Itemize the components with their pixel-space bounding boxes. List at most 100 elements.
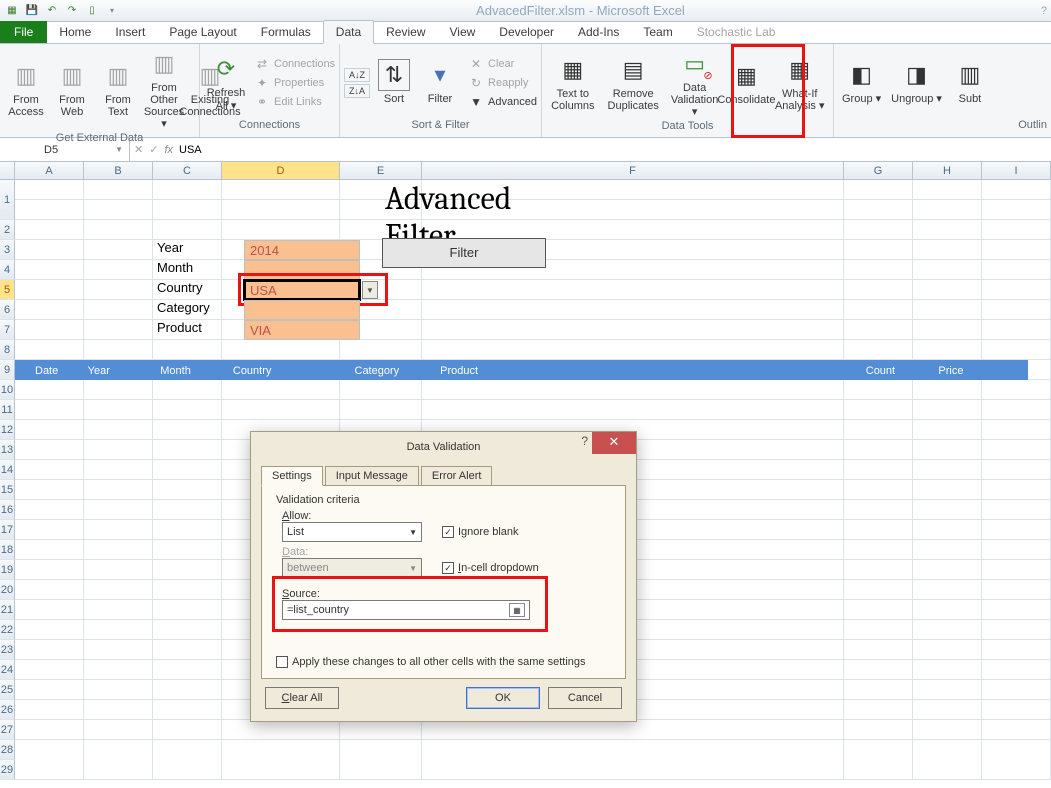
col-header-H[interactable]: H — [913, 162, 982, 179]
text-to-columns-button[interactable]: ▦Text to Columns — [546, 52, 600, 114]
connections-button[interactable]: ⇄Connections — [250, 55, 339, 73]
field-year[interactable]: 2014 — [244, 240, 360, 260]
new-icon[interactable]: ▯ — [84, 3, 100, 19]
row-header-6[interactable]: 6 — [0, 300, 15, 320]
col-header-I[interactable]: I — [982, 162, 1051, 179]
help-icon[interactable]: ? — [1041, 5, 1047, 17]
clear-all-button[interactable]: Clear All — [265, 687, 339, 709]
row-header-26[interactable]: 26 — [0, 700, 15, 720]
incell-dropdown-checkbox[interactable]: ✓In-cell dropdown — [442, 562, 539, 574]
row-header-20[interactable]: 20 — [0, 580, 15, 600]
row-header-11[interactable]: 11 — [0, 400, 15, 420]
tab-team[interactable]: Team — [631, 21, 684, 43]
row-header-17[interactable]: 17 — [0, 520, 15, 540]
row-header-10[interactable]: 10 — [0, 380, 15, 400]
row-header-13[interactable]: 13 — [0, 440, 15, 460]
row-header-24[interactable]: 24 — [0, 660, 15, 680]
from-access-button[interactable]: ▥From Access — [4, 58, 48, 120]
group-label-external: Get External Data — [4, 132, 195, 144]
tab-home[interactable]: Home — [47, 21, 103, 43]
properties-button[interactable]: ✦Properties — [250, 74, 339, 92]
row-header-9[interactable]: 9 — [0, 360, 15, 380]
dialog-close-button[interactable]: ✕ — [592, 432, 636, 454]
tab-developer[interactable]: Developer — [487, 21, 566, 43]
col-header-E[interactable]: E — [340, 162, 422, 179]
ignore-blank-checkbox[interactable]: ✓Ignore blank — [442, 526, 519, 538]
edit-links-button[interactable]: ⚭Edit Links — [250, 93, 339, 111]
sort-za-button[interactable]: Z↓A — [344, 84, 370, 98]
refresh-all-button[interactable]: ⟳Refresh All ▾ — [204, 51, 248, 113]
col-header-D[interactable]: D — [222, 162, 340, 179]
chevron-down-icon[interactable]: ▼ — [115, 145, 123, 154]
allow-select[interactable]: List▼ — [282, 522, 422, 542]
tab-insert[interactable]: Insert — [103, 21, 157, 43]
row-header-19[interactable]: 19 — [0, 560, 15, 580]
advanced-button[interactable]: ▼Advanced — [464, 93, 541, 111]
row-header-2[interactable]: 2 — [0, 220, 15, 240]
field-category[interactable] — [244, 300, 360, 320]
row-header-14[interactable]: 14 — [0, 460, 15, 480]
row-header-8[interactable]: 8 — [0, 340, 15, 360]
dialog-tab-settings[interactable]: Settings — [261, 466, 323, 486]
tab-data[interactable]: Data — [323, 20, 374, 44]
sort-button[interactable]: ⇅Sort — [372, 57, 416, 107]
group-rows-button[interactable]: ◧Group ▾ — [838, 57, 885, 107]
remove-duplicates-button[interactable]: ▤Remove Duplicates — [602, 52, 665, 114]
cancel-button[interactable]: Cancel — [548, 687, 622, 709]
ok-button[interactable]: OK — [466, 687, 540, 709]
row-header-23[interactable]: 23 — [0, 640, 15, 660]
row-header-3[interactable]: 3 — [0, 240, 15, 260]
undo-icon[interactable]: ↶ — [44, 3, 60, 19]
row-header-29[interactable]: 29 — [0, 760, 15, 780]
sort-az-button[interactable]: A↓Z — [344, 68, 370, 82]
dialog-tab-input-message[interactable]: Input Message — [325, 466, 419, 486]
row-header-16[interactable]: 16 — [0, 500, 15, 520]
tab-stochastic[interactable]: Stochastic Lab — [685, 21, 788, 43]
apply-all-checkbox[interactable]: Apply these changes to all other cells w… — [276, 656, 611, 668]
ungroup-button[interactable]: ◨Ungroup ▾ — [887, 57, 946, 107]
filter-action-button[interactable]: Filter — [382, 238, 546, 268]
row-header-12[interactable]: 12 — [0, 420, 15, 440]
data-validation-button[interactable]: ▭⊘Data Validation ▾ — [667, 46, 723, 120]
col-header-F[interactable]: F — [422, 162, 844, 179]
row-header-21[interactable]: 21 — [0, 600, 15, 620]
qat-dropdown-icon[interactable]: ▾ — [104, 3, 120, 19]
row-header-1[interactable]: 1 — [0, 180, 15, 220]
tab-addins[interactable]: Add-Ins — [566, 21, 631, 43]
row-header-5[interactable]: 5 — [0, 280, 15, 300]
subtotal-button[interactable]: ▥Subt — [948, 57, 992, 107]
col-header-G[interactable]: G — [844, 162, 913, 179]
enter-formula-icon[interactable]: ✓ — [149, 143, 158, 156]
tab-file[interactable]: File — [0, 21, 47, 43]
filter-button[interactable]: ▾Filter — [418, 57, 462, 107]
row-header-4[interactable]: 4 — [0, 260, 15, 280]
tab-page-layout[interactable]: Page Layout — [157, 21, 248, 43]
row-header-7[interactable]: 7 — [0, 320, 15, 340]
row-header-25[interactable]: 25 — [0, 680, 15, 700]
select-all-corner[interactable] — [0, 162, 15, 180]
from-other-button[interactable]: ▥From Other Sources ▾ — [142, 46, 186, 132]
row-header-27[interactable]: 27 — [0, 720, 15, 740]
row-header-15[interactable]: 15 — [0, 480, 15, 500]
from-text-button[interactable]: ▥From Text — [96, 58, 140, 120]
tab-review[interactable]: Review — [374, 21, 437, 43]
row-header-18[interactable]: 18 — [0, 540, 15, 560]
dialog-tab-error-alert[interactable]: Error Alert — [421, 466, 493, 486]
col-header-C[interactable]: C — [153, 162, 222, 179]
fx-icon[interactable]: fx — [164, 144, 173, 156]
from-web-button[interactable]: ▥From Web — [50, 58, 94, 120]
formula-bar-value[interactable]: USA — [179, 144, 202, 156]
reapply-button[interactable]: ↻Reapply — [464, 74, 541, 92]
dialog-help-button[interactable]: ? — [581, 434, 588, 448]
save-icon[interactable]: 💾 — [24, 3, 40, 19]
cancel-formula-icon[interactable]: ✕ — [134, 143, 143, 156]
col-header-A[interactable]: A — [15, 162, 84, 179]
row-header-22[interactable]: 22 — [0, 620, 15, 640]
field-product[interactable]: VIA — [244, 320, 360, 340]
clear-button[interactable]: ✕Clear — [464, 55, 541, 73]
tab-formulas[interactable]: Formulas — [249, 21, 323, 43]
tab-view[interactable]: View — [438, 21, 488, 43]
redo-icon[interactable]: ↷ — [64, 3, 80, 19]
row-header-28[interactable]: 28 — [0, 740, 15, 760]
col-header-B[interactable]: B — [84, 162, 153, 179]
